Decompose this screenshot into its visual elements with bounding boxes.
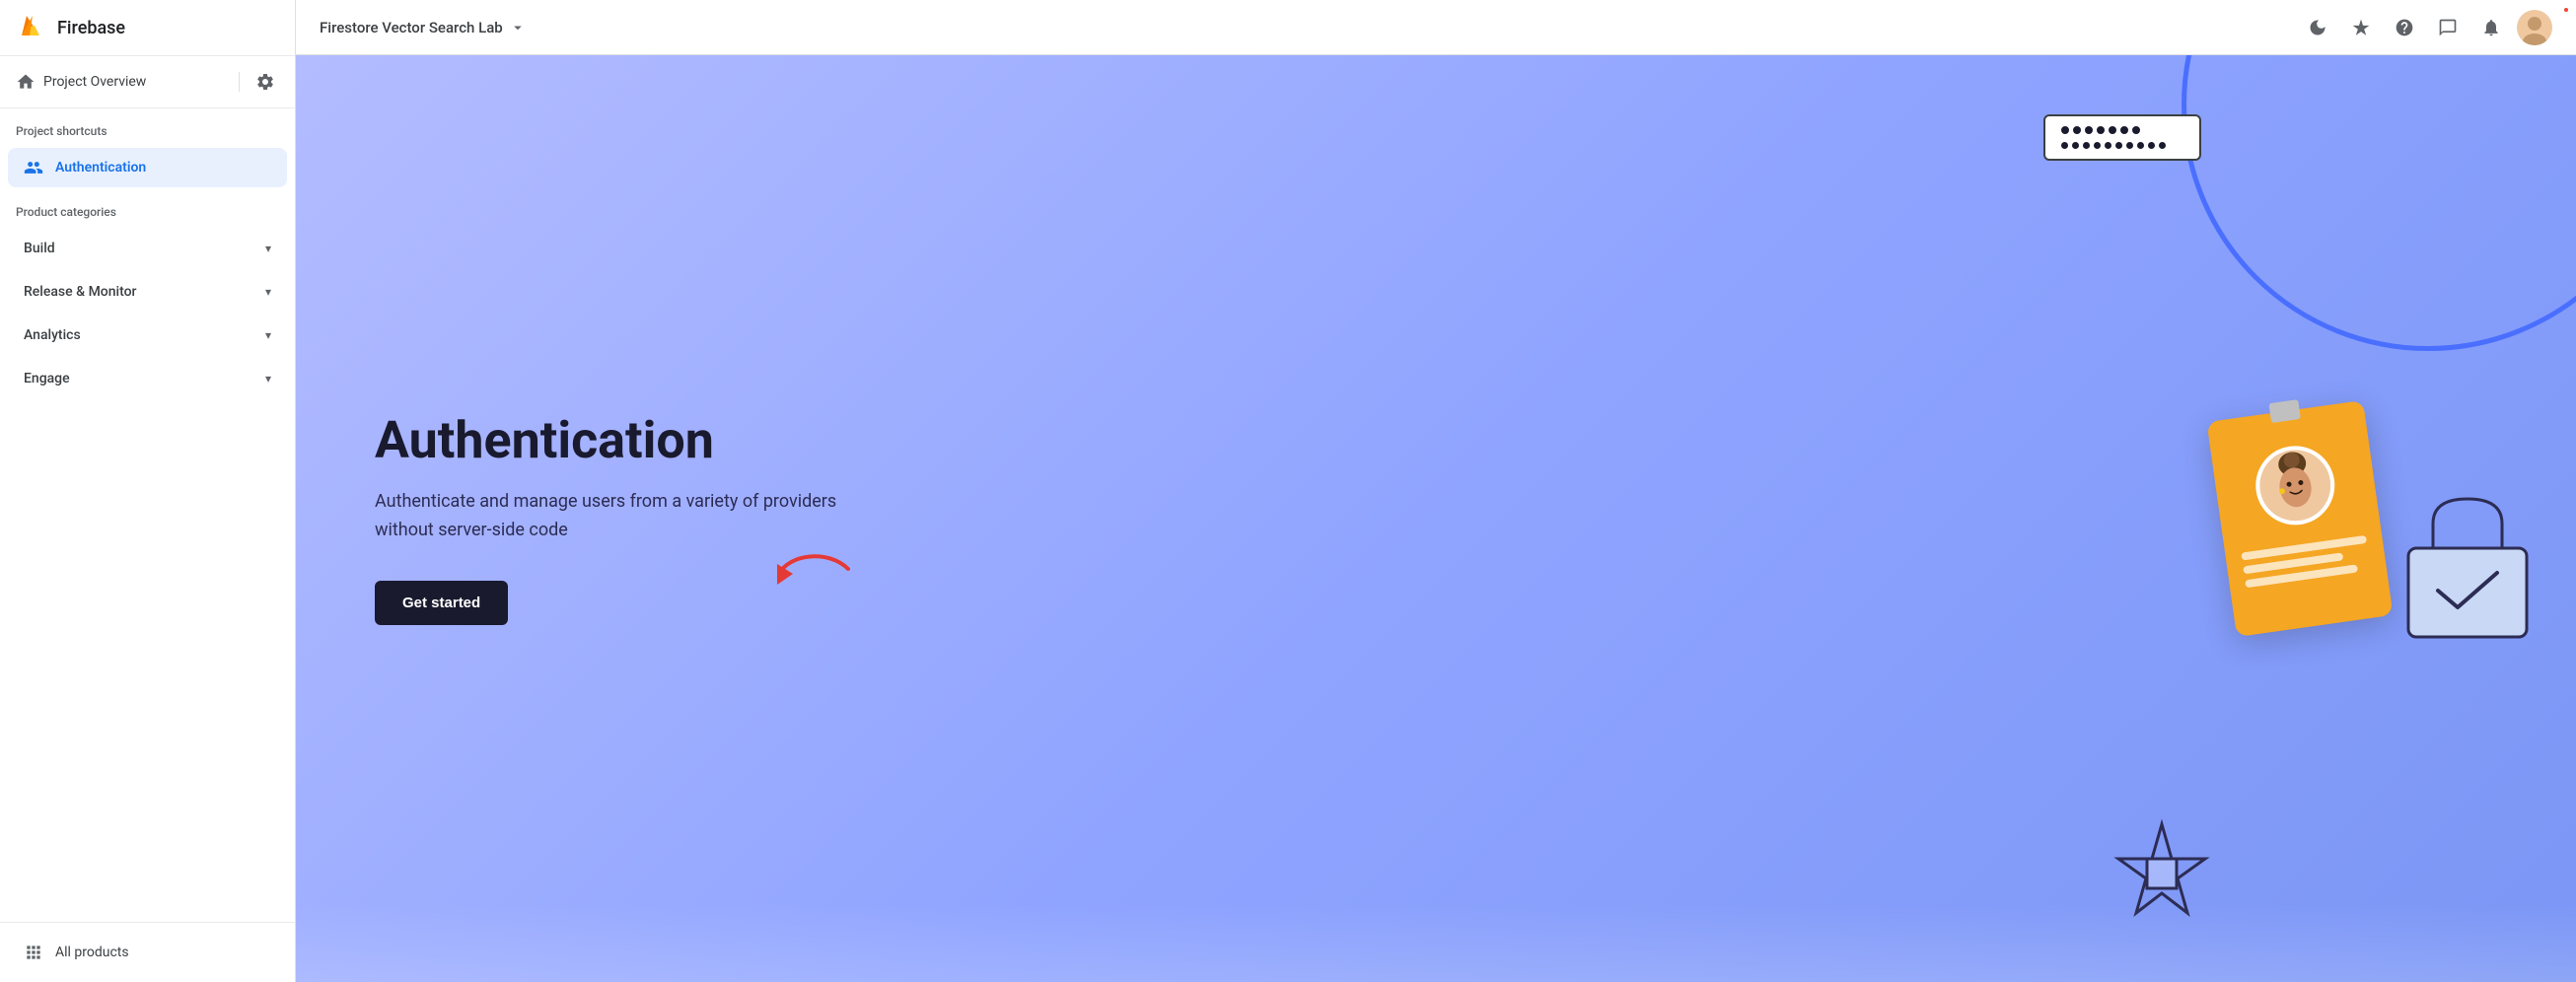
build-chevron-icon: ▾ bbox=[265, 242, 271, 255]
hero-title: Authentication bbox=[375, 412, 848, 468]
avatar-image bbox=[2517, 10, 2552, 45]
analytics-label: Analytics bbox=[24, 327, 81, 343]
id-card-lines bbox=[2225, 533, 2386, 591]
lock-illustration bbox=[2398, 484, 2537, 646]
bell-icon bbox=[2481, 18, 2501, 37]
chevron-down-icon bbox=[509, 19, 527, 36]
help-icon bbox=[2395, 18, 2414, 37]
hero-section: Authentication Authenticate and manage u… bbox=[296, 55, 2576, 982]
username-dots bbox=[2061, 126, 2183, 134]
gear-icon bbox=[255, 72, 275, 92]
help-button[interactable] bbox=[2387, 10, 2422, 45]
avatar-face-icon bbox=[2255, 446, 2335, 526]
all-products-item[interactable]: All products bbox=[8, 931, 287, 974]
sidebar-item-release-monitor[interactable]: Release & Monitor ▾ bbox=[8, 272, 287, 312]
circle-arc-decoration bbox=[2182, 55, 2576, 351]
sparkle-icon bbox=[2351, 18, 2371, 37]
project-overview-nav[interactable]: Project Overview bbox=[0, 56, 295, 108]
password-dots bbox=[2061, 142, 2183, 149]
hero-description: Authenticate and manage users from a var… bbox=[375, 488, 848, 545]
project-name: Firestore Vector Search Lab bbox=[320, 19, 503, 36]
sidebar: Firebase Project Overview Project shortc… bbox=[0, 0, 296, 982]
authentication-label: Authentication bbox=[55, 160, 146, 175]
lock-icon bbox=[2398, 484, 2537, 642]
build-label: Build bbox=[24, 241, 55, 256]
home-icon bbox=[16, 72, 36, 92]
sidebar-item-analytics[interactable]: Analytics ▾ bbox=[8, 316, 287, 355]
release-monitor-chevron-icon: ▾ bbox=[265, 285, 271, 299]
people-icon bbox=[24, 158, 43, 177]
release-monitor-label: Release & Monitor bbox=[24, 284, 137, 300]
sidebar-item-authentication[interactable]: Authentication bbox=[8, 148, 287, 187]
sidebar-bottom: All products bbox=[0, 922, 295, 982]
user-avatar[interactable] bbox=[2517, 10, 2552, 45]
get-started-button[interactable]: Get started bbox=[375, 581, 508, 625]
hero-content: Authentication Authenticate and manage u… bbox=[375, 412, 848, 625]
project-selector[interactable]: Firestore Vector Search Lab bbox=[320, 19, 527, 36]
id-card-illustration bbox=[2206, 400, 2393, 637]
topbar-actions bbox=[2300, 10, 2552, 45]
sidebar-item-engage[interactable]: Engage ▾ bbox=[8, 359, 287, 398]
notifications-button[interactable] bbox=[2473, 10, 2509, 45]
analytics-chevron-icon: ▾ bbox=[265, 328, 271, 342]
main-content: Firestore Vector Search Lab bbox=[296, 0, 2576, 982]
sidebar-item-build[interactable]: Build ▾ bbox=[8, 229, 287, 268]
chat-icon bbox=[2438, 18, 2458, 37]
id-card-clip bbox=[2268, 399, 2300, 423]
sidebar-header: Firebase bbox=[0, 0, 295, 56]
settings-button[interactable] bbox=[251, 68, 279, 96]
ground-gradient bbox=[296, 903, 2576, 982]
product-categories-label: Product categories bbox=[0, 189, 295, 227]
project-shortcuts-label: Project shortcuts bbox=[0, 108, 295, 146]
login-form-illustration bbox=[2043, 114, 2201, 161]
id-card-avatar bbox=[2251, 441, 2339, 529]
moon-icon bbox=[2308, 18, 2327, 37]
chat-button[interactable] bbox=[2430, 10, 2466, 45]
firebase-logo-icon bbox=[16, 12, 47, 43]
engage-chevron-icon: ▾ bbox=[265, 372, 271, 386]
project-overview-label: Project Overview bbox=[43, 74, 146, 90]
app-title: Firebase bbox=[57, 18, 125, 38]
all-products-label: All products bbox=[55, 945, 129, 960]
grid-icon bbox=[24, 943, 43, 962]
dark-mode-button[interactable] bbox=[2300, 10, 2335, 45]
sparkle-button[interactable] bbox=[2343, 10, 2379, 45]
engage-label: Engage bbox=[24, 371, 70, 386]
home-nav-item[interactable]: Project Overview bbox=[16, 72, 227, 92]
nav-divider bbox=[239, 72, 240, 92]
topbar: Firestore Vector Search Lab bbox=[296, 0, 2576, 55]
